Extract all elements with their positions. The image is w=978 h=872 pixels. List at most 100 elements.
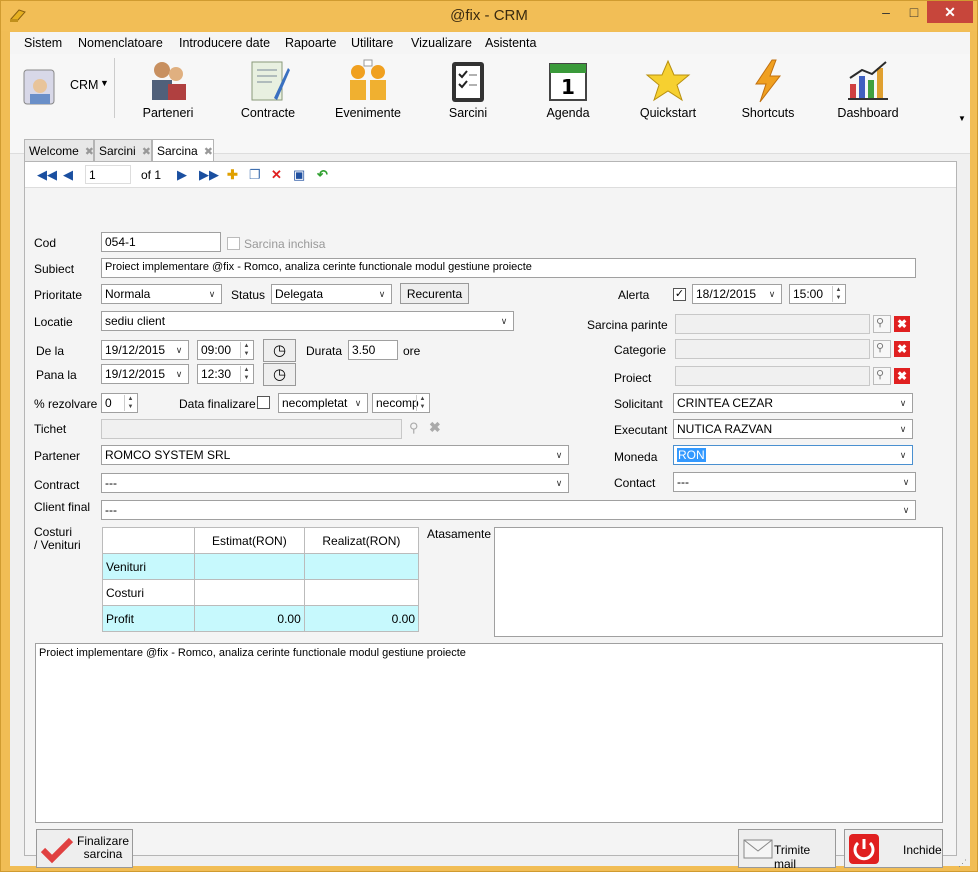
ribbon-quickstart-button[interactable]: Quickstart <box>622 58 714 128</box>
proiect-search-button[interactable]: ⚲ <box>873 367 891 385</box>
ribbon-parteneri-button[interactable]: Parteneri <box>122 58 214 128</box>
next-record-icon[interactable]: ▶ <box>177 167 187 183</box>
alerta-checkbox[interactable]: ✓ <box>673 288 686 301</box>
spinner-arrows-icon[interactable]: ▲ ▼ <box>240 342 252 358</box>
menu-nomenclatoare[interactable]: Nomenclatoare <box>78 36 163 50</box>
proiect-clear-button[interactable]: ✖ <box>894 368 910 384</box>
finalizare-checkbox[interactable] <box>257 396 270 409</box>
contract-select[interactable]: --- ∨ <box>101 473 569 493</box>
locatie-select[interactable]: sediu client ∨ <box>101 311 514 331</box>
tichet-field[interactable] <box>101 419 402 439</box>
menu-utilitare[interactable]: Utilitare <box>351 36 393 50</box>
rezolvare-spinner[interactable]: 0 ▲ ▼ <box>101 393 138 413</box>
menu-introducere-date[interactable]: Introducere date <box>179 36 270 50</box>
ribbon-dashboard-button[interactable]: Dashboard <box>822 58 914 128</box>
tab-sarcini[interactable]: Sarcini ✖ <box>94 139 152 161</box>
executant-select[interactable]: NUTICA RAZVAN ∨ <box>673 419 913 439</box>
maximize-button[interactable]: □ <box>903 1 925 23</box>
prev-record-icon[interactable]: ◀ <box>63 167 73 183</box>
ribbon-evenimente-button[interactable]: Evenimente <box>322 58 414 128</box>
close-icon[interactable]: ✖ <box>142 146 151 158</box>
spinner-arrows-icon[interactable]: ▲ ▼ <box>124 395 136 411</box>
table-cell[interactable] <box>303 579 420 606</box>
table-row[interactable]: Costuri <box>102 579 420 606</box>
parinte-clear-button[interactable]: ✖ <box>894 316 910 332</box>
finalizare-label: Data finalizare <box>179 397 256 411</box>
alerta-date-picker[interactable]: 18/12/2015 ∨ <box>692 284 782 304</box>
categorie-clear-button[interactable]: ✖ <box>894 341 910 357</box>
menu-rapoarte[interactable]: Rapoarte <box>285 36 336 50</box>
close-icon[interactable]: ✖ <box>204 146 213 158</box>
crm-menu-button[interactable]: CRM ▼ <box>18 58 113 118</box>
finalizare-sarcina-button[interactable]: Finalizare sarcina <box>36 829 133 868</box>
cod-field[interactable]: 054-1 <box>101 232 221 252</box>
save-icon[interactable]: ▣ <box>293 167 305 183</box>
inchide-button[interactable]: Inchide <box>844 829 943 868</box>
ribbon-sarcini-button[interactable]: Sarcini <box>422 58 514 128</box>
proiect-field[interactable] <box>675 366 870 386</box>
tab-welcome[interactable]: Welcome ✖ <box>24 139 94 161</box>
spinner-arrows-icon[interactable]: ▲ ▼ <box>240 366 252 382</box>
recurenta-button[interactable]: Recurenta <box>400 283 469 304</box>
contact-select[interactable]: --- ∨ <box>673 472 916 492</box>
moneda-select[interactable]: RON ∨ <box>673 445 913 465</box>
description-textarea[interactable]: Proiect implementare @fix - Romco, anali… <box>35 643 943 823</box>
first-record-icon[interactable]: ◀◀ <box>37 167 57 183</box>
finalizare-date-picker[interactable]: necompletat ∨ <box>278 393 368 413</box>
clock-icon: ◷ <box>272 342 287 359</box>
ribbon-shortcuts-button[interactable]: Shortcuts <box>722 58 814 128</box>
last-record-icon[interactable]: ▶▶ <box>199 167 219 183</box>
finalizare-time-value: necomp <box>376 396 419 410</box>
ribbon-agenda-button[interactable]: 1 Agenda <box>522 58 614 128</box>
table-cell[interactable] <box>194 579 305 606</box>
parinte-search-button[interactable]: ⚲ <box>873 315 891 333</box>
table-row[interactable]: Venituri <box>102 553 420 580</box>
delete-icon[interactable]: ✕ <box>271 167 282 183</box>
clear-icon[interactable]: ✖ <box>429 419 441 436</box>
add-icon[interactable]: ✚ <box>227 167 238 183</box>
dela-time-spinner[interactable]: 09:00 ▲ ▼ <box>197 340 254 360</box>
alerta-time-spinner[interactable]: 15:00 ▲ ▼ <box>789 284 846 304</box>
close-window-button[interactable]: ✕ <box>927 1 973 23</box>
menu-vizualizare[interactable]: Vizualizare <box>411 36 472 50</box>
spinner-arrows-icon[interactable]: ▲ ▼ <box>416 395 428 411</box>
table-cell[interactable] <box>303 553 420 580</box>
subiect-field[interactable]: Proiect implementare @fix - Romco, anali… <box>101 258 916 278</box>
table-row[interactable]: Profit 0.00 0.00 <box>102 605 420 632</box>
dela-date-picker[interactable]: 19/12/2015 ∨ <box>101 340 189 360</box>
cod-label: Cod <box>34 236 57 250</box>
tab-sarcina[interactable]: Sarcina ✖ <box>152 139 214 162</box>
durata-field[interactable]: 3.50 <box>348 340 398 360</box>
ribbon-expand-icon[interactable]: ▼ <box>958 114 966 123</box>
panala-date-picker[interactable]: 19/12/2015 ∨ <box>101 364 189 384</box>
prioritate-select[interactable]: Normala ∨ <box>101 284 222 304</box>
resize-grip-icon[interactable]: ⋰ <box>958 858 967 869</box>
spinner-arrows-icon[interactable]: ▲ ▼ <box>832 286 844 302</box>
status-select[interactable]: Delegata ∨ <box>271 284 392 304</box>
record-position-input[interactable]: 1 <box>85 165 131 184</box>
solicitant-select[interactable]: CRINTEA CEZAR ∨ <box>673 393 913 413</box>
description-text: Proiect implementare @fix - Romco, anali… <box>39 647 466 659</box>
panala-clock-button[interactable]: ◷ <box>263 363 296 386</box>
categorie-search-button[interactable]: ⚲ <box>873 340 891 358</box>
copy-icon[interactable]: ❐ <box>249 167 261 183</box>
ribbon-contracte-button[interactable]: Contracte <box>222 58 314 128</box>
table-cell[interactable] <box>194 553 305 580</box>
search-icon[interactable]: ⚲ <box>409 420 419 436</box>
attachments-box[interactable] <box>494 527 943 637</box>
menu-sistem[interactable]: Sistem <box>24 36 62 50</box>
partener-select[interactable]: ROMCO SYSTEM SRL ∨ <box>101 445 569 465</box>
categorie-field[interactable] <box>675 339 870 359</box>
dela-clock-button[interactable]: ◷ <box>263 339 296 362</box>
parinte-field[interactable] <box>675 314 870 334</box>
trimite-mail-button[interactable]: Trimite mail <box>738 829 836 871</box>
menu-asistenta[interactable]: Asistenta <box>485 36 536 50</box>
clientfinal-select[interactable]: --- ∨ <box>101 500 916 520</box>
sarcina-inchisa-checkbox[interactable] <box>227 237 240 250</box>
minimize-button[interactable]: – <box>875 1 897 23</box>
finalizare-time-spinner[interactable]: necomp ▲ ▼ <box>372 393 430 413</box>
table-header-row: Estimat(RON) Realizat(RON) <box>102 527 420 554</box>
close-icon[interactable]: ✖ <box>85 146 94 158</box>
panala-time-spinner[interactable]: 12:30 ▲ ▼ <box>197 364 254 384</box>
undo-icon[interactable]: ↶ <box>317 167 328 183</box>
